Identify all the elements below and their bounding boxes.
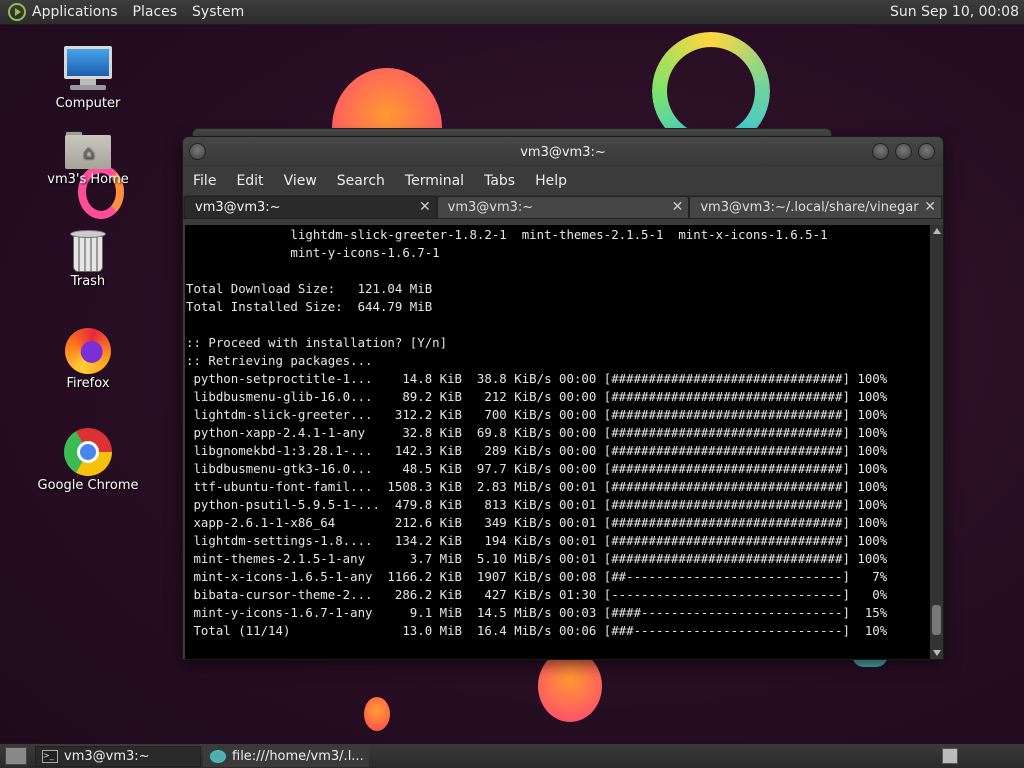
desktop-icon-chrome[interactable]: Google Chrome	[28, 428, 148, 493]
tab-label: vm3@vm3:~	[447, 200, 534, 215]
desktop-icon-computer[interactable]: Computer	[28, 46, 148, 111]
top-panel: Applications Places System Sun Sep 10, 0…	[0, 0, 1024, 25]
desktop-icon-label: Firefox	[66, 376, 110, 391]
window-menu-button[interactable]	[189, 143, 206, 160]
terminal-output[interactable]: lightdm-slick-greeter-1.8.2-1 mint-theme…	[185, 225, 930, 659]
taskbar-item-label: vm3@vm3:~	[64, 748, 150, 764]
wallpaper-small-blob	[364, 697, 390, 731]
tab-1[interactable]: vm3@vm3:~ ✕	[184, 196, 437, 219]
scroll-down-icon[interactable]	[933, 650, 941, 656]
window-title: vm3@vm3:~	[520, 144, 606, 160]
desktop-icon-firefox[interactable]: Firefox	[28, 328, 148, 391]
desktop-icon-trash[interactable]: Trash	[28, 230, 148, 289]
menu-file[interactable]: File	[193, 173, 216, 189]
terminal-window: vm3@vm3:~ File Edit View Search Terminal…	[182, 136, 944, 660]
chrome-icon	[64, 428, 112, 476]
mint-menu-icon[interactable]	[8, 3, 26, 21]
terminal-icon: >_	[42, 749, 58, 763]
scroll-thumb[interactable]	[932, 605, 941, 635]
tab-label: vm3@vm3:~/.local/share/vinegar	[700, 200, 919, 215]
firefox-icon	[65, 328, 111, 374]
menu-edit[interactable]: Edit	[236, 173, 263, 189]
tab-3[interactable]: vm3@vm3:~/.local/share/vinegar ✕	[689, 196, 943, 219]
close-button[interactable]	[918, 143, 935, 160]
taskbar-item-terminal[interactable]: >_ vm3@vm3:~	[35, 745, 201, 767]
tab-2[interactable]: vm3@vm3:~ ✕	[436, 196, 690, 219]
tab-close-icon[interactable]: ✕	[924, 199, 936, 215]
panel-clock[interactable]: Sun Sep 10, 00:08	[890, 4, 1019, 20]
tab-bar: vm3@vm3:~ ✕ vm3@vm3:~ ✕ vm3@vm3:~/.local…	[183, 195, 943, 219]
tab-label: vm3@vm3:~	[195, 200, 281, 215]
workspace-switcher-icon[interactable]	[942, 748, 958, 764]
desktop-icon-label: Trash	[70, 274, 106, 289]
scroll-up-icon[interactable]	[933, 228, 941, 234]
bottom-taskbar: >_ vm3@vm3:~ file:///home/vm3/.l...	[0, 743, 1024, 768]
show-desktop-icon[interactable]	[5, 747, 27, 765]
wallpaper-orange-blob-bottom	[538, 650, 602, 722]
menu-help[interactable]: Help	[535, 173, 567, 189]
menu-view[interactable]: View	[284, 173, 317, 189]
trash-icon	[70, 230, 106, 272]
menubar: File Edit View Search Terminal Tabs Help	[183, 167, 943, 195]
window-titlebar[interactable]: vm3@vm3:~	[183, 137, 943, 167]
desktop-icon-label: Google Chrome	[37, 478, 139, 493]
terminal-text: lightdm-slick-greeter-1.8.2-1 mint-theme…	[186, 227, 888, 638]
home-folder-icon: ⌂	[65, 130, 111, 170]
menu-system[interactable]: System	[192, 4, 244, 20]
web-app-icon	[210, 749, 226, 763]
menu-applications[interactable]: Applications	[32, 4, 118, 20]
tab-close-icon[interactable]: ✕	[419, 199, 431, 215]
computer-icon	[62, 46, 114, 94]
menu-places[interactable]: Places	[133, 4, 178, 20]
terminal-scrollbar[interactable]	[930, 225, 943, 659]
menu-tabs[interactable]: Tabs	[484, 173, 515, 189]
menu-terminal[interactable]: Terminal	[405, 173, 464, 189]
maximize-button[interactable]	[895, 143, 912, 160]
tab-close-icon[interactable]: ✕	[672, 199, 684, 215]
desktop-icon-label: vm3's Home	[47, 172, 129, 187]
taskbar-item-web[interactable]: file:///home/vm3/.l...	[203, 745, 369, 767]
desktop-icon-label: Computer	[55, 96, 121, 111]
menu-search[interactable]: Search	[337, 173, 385, 189]
minimize-button[interactable]	[872, 143, 889, 160]
desktop-icon-home[interactable]: ⌂ vm3's Home	[28, 130, 148, 187]
taskbar-item-label: file:///home/vm3/.l...	[232, 748, 364, 764]
